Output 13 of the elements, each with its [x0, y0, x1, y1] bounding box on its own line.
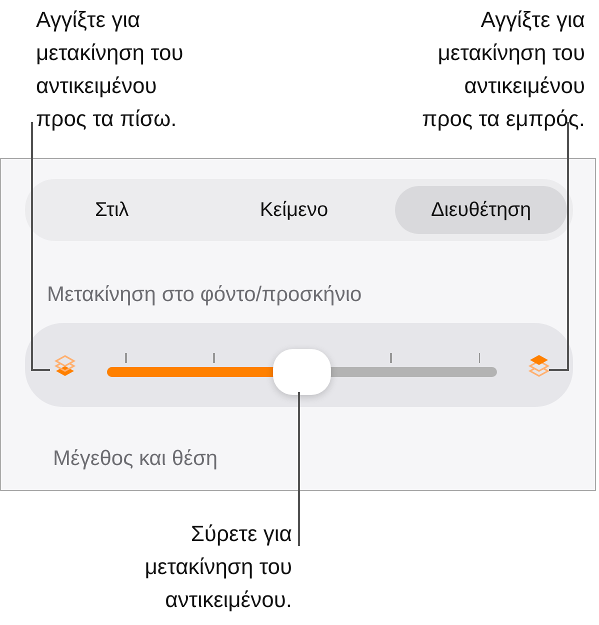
tick-mark [125, 353, 127, 363]
tab[interactable]: Στιλ [31, 186, 193, 234]
section-heading: Μέγεθος και θέση [53, 447, 219, 471]
tick-mark [390, 353, 392, 363]
tab[interactable]: Κείμενο [192, 186, 396, 234]
slider-thumb[interactable] [273, 349, 331, 395]
tick-mark [478, 353, 480, 363]
tick-mark [213, 353, 215, 363]
section-heading: Μετακίνηση στο φόντο/προσκήνιο [47, 283, 363, 307]
tab[interactable]: Διευθέτηση [395, 186, 567, 234]
callout-text: Σύρετε για μετακίνηση του αντικειμένου. [144, 520, 292, 614]
callout-text: Αγγίξτε για μετακίνηση του αντικειμένου προς τα πίσω. [36, 6, 184, 133]
callout-text: Αγγίξτε για μετακίνηση του αντικειμένου προς τα εμπρός. [422, 6, 585, 133]
